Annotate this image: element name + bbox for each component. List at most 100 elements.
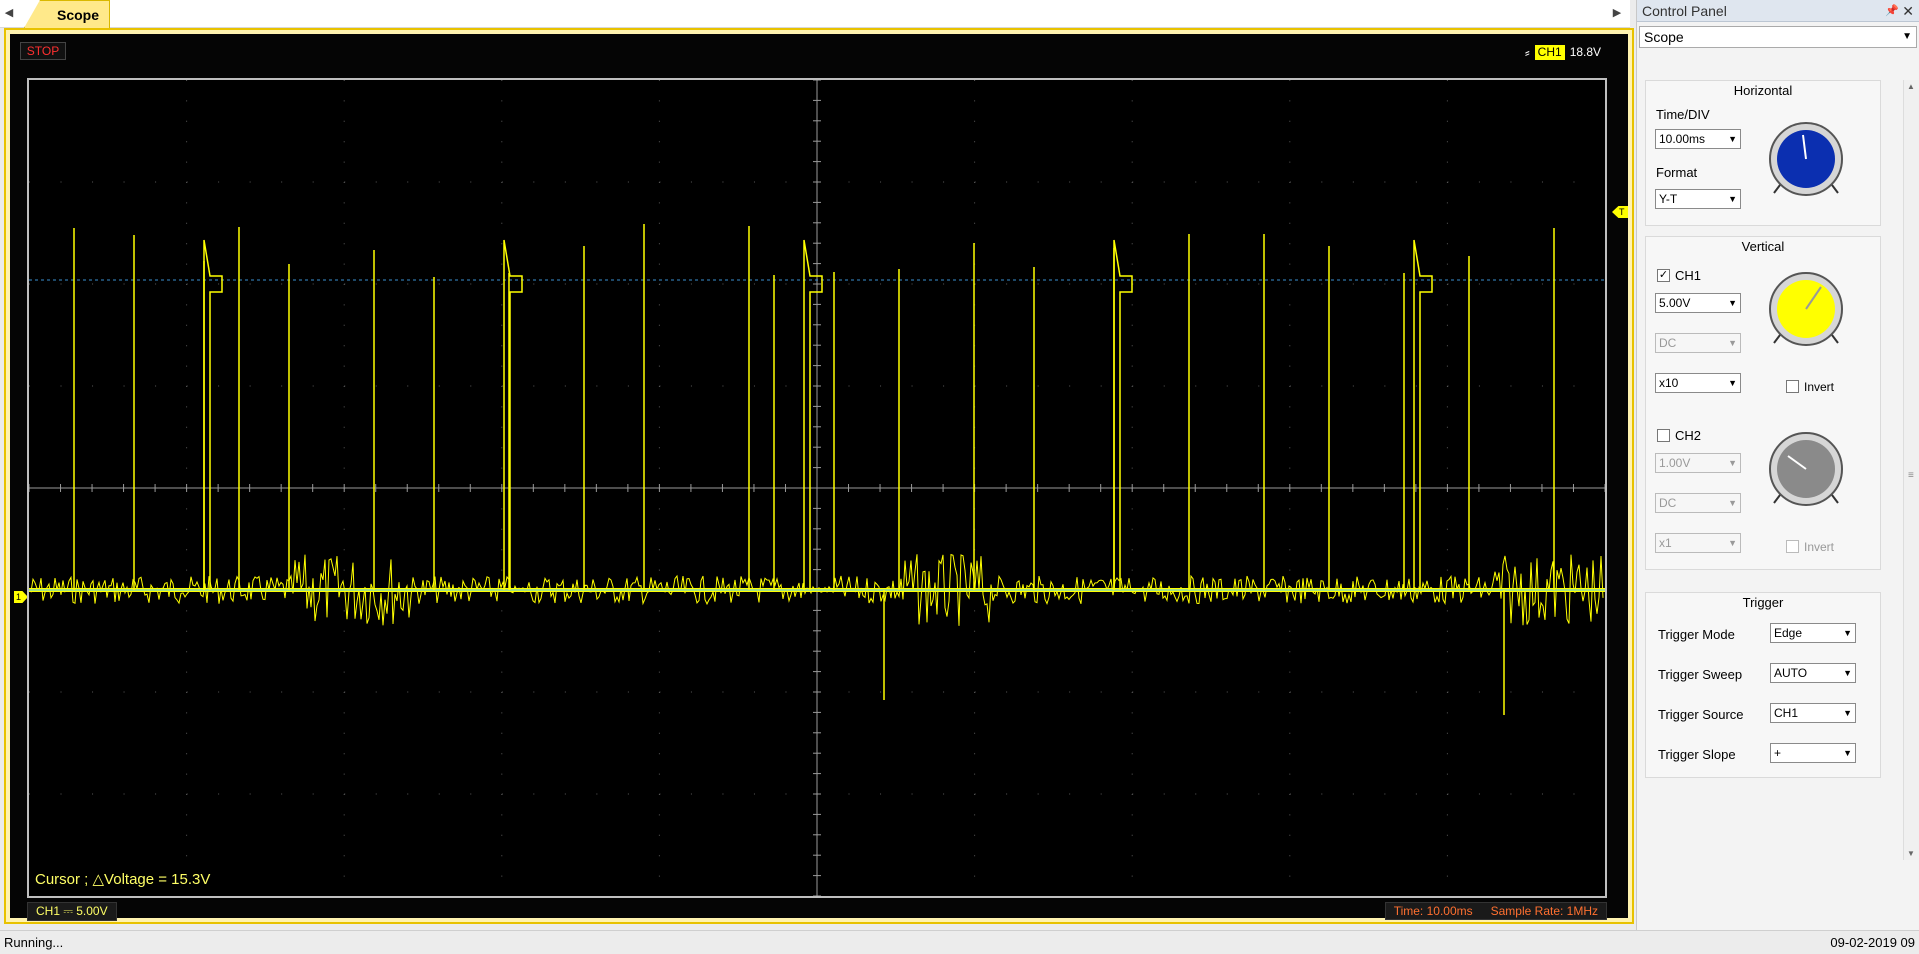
chevron-down-icon: ▼ [1728,458,1737,468]
trigger-source-label: Trigger Source [1658,707,1744,722]
chevron-down-icon: ▼ [1843,628,1852,638]
ch1-probe-select[interactable]: x10 ▼ [1655,373,1741,393]
mode-select-value: Scope [1644,29,1684,45]
tab-scroll-right-icon[interactable]: ▶ [1610,5,1624,21]
ch2-invert-label: Invert [1804,540,1835,554]
ch1-invert-checkbox[interactable] [1786,380,1799,393]
tab-strip: ◀ Scope ▶ [0,0,1630,28]
scope-info-bar: CH1 ⎓ 5.00V Time: 10.00ms Sample Rate: 1… [27,900,1607,921]
ch2-probe-value: x1 [1659,536,1672,550]
scope-frame: STOP ⸗ CH1 18.8V 1 T Cursor ; △Voltage =… [4,28,1634,924]
trigger-source-select[interactable]: CH1 ▼ [1770,703,1856,723]
ch1-coupling-select[interactable]: DC ▼ [1655,333,1741,353]
scroll-down-icon[interactable]: ▼ [1907,849,1915,858]
chevron-down-icon: ▼ [1843,748,1852,758]
trigger-sweep-label: Trigger Sweep [1658,667,1743,682]
close-icon[interactable]: ✕ [1902,0,1914,22]
format-value: Y-T [1659,192,1678,206]
trigger-sweep-select[interactable]: AUTO ▼ [1770,663,1856,683]
trigger-group: Trigger Trigger Mode Edge ▼ Trigger Sweep… [1645,592,1881,778]
ch1-volts-select[interactable]: 5.00V ▼ [1655,293,1741,313]
waveform-burst [503,239,523,590]
ch2-invert-checkbox[interactable] [1786,540,1799,553]
time-info: Time: 10.00ms Sample Rate: 1MHz [1384,902,1607,920]
chevron-down-icon: ▼ [1728,538,1737,548]
pin-icon[interactable]: 📌 [1885,0,1899,22]
ch2-label: CH2 [1675,428,1702,443]
trigger-level-marker[interactable]: T [1612,206,1628,218]
cursor-readout: Cursor ; △Voltage = 15.3V [35,871,211,888]
scroll-up-icon[interactable]: ▲ [1907,82,1915,91]
chevron-down-icon: ▼ [1843,668,1852,678]
control-panel-title: Control Panel [1642,3,1727,19]
trigger-slope-select[interactable]: + ▼ [1770,743,1856,763]
chevron-down-icon: ▼ [1728,134,1737,144]
status-bar: Running... 09-02-2019 09 [0,930,1919,954]
waveform-burst [1113,239,1133,590]
status-datetime: 09-02-2019 09 [1830,935,1915,950]
chevron-down-icon: ▼ [1728,338,1737,348]
time-div-select[interactable]: 10.00ms ▼ [1655,129,1741,149]
rising-edge-icon: ⸗ [1525,44,1530,60]
control-panel-header: Control Panel 📌 ✕ [1637,0,1919,22]
ch1-scale-readout: CH1 ⎓ 5.00V [27,902,117,921]
time-div-label: Time/DIV [1656,107,1710,122]
ch1-checkbox[interactable]: ✓ [1657,269,1670,282]
trigger-title: Trigger [1742,595,1784,610]
run-state-badge[interactable]: STOP [20,42,66,60]
control-panel: Control Panel 📌 ✕ Scope ▼ ▲ ≡ ▼ Horizont… [1636,0,1919,930]
ch1-volts-knob[interactable] [1766,269,1846,349]
chevron-down-icon: ▼ [1728,194,1737,204]
ch1-invert-label: Invert [1804,380,1835,394]
horizontal-group: Horizontal Time/DIV 10.00ms ▼ Format Y-T ▼ [1645,80,1881,226]
ch2-volts-select[interactable]: 1.00V ▼ [1655,453,1741,473]
chevron-down-icon: ▼ [1728,298,1737,308]
trigger-info: ⸗ CH1 18.8V [1525,42,1601,62]
control-panel-scrollbar[interactable]: ▲ ≡ ▼ [1903,80,1919,860]
chevron-down-icon: ▼ [1902,31,1912,42]
waveform-burst [803,239,823,590]
format-label: Format [1656,165,1698,180]
trigger-sweep-value: AUTO [1774,666,1808,680]
time-div-readout: Time: 10.00ms [1393,904,1473,918]
scope-display: STOP ⸗ CH1 18.8V 1 T Cursor ; △Voltage =… [10,34,1628,921]
trigger-slope-label: Trigger Slope [1658,747,1736,762]
waveform-canvas [29,80,1605,896]
vertical-title: Vertical [1741,239,1785,254]
trigger-channel-badge: CH1 [1534,44,1565,60]
scroll-grip-icon[interactable]: ≡ [1908,470,1914,481]
mode-select[interactable]: Scope ▼ [1639,26,1917,48]
ch2-coupling-value: DC [1659,496,1677,510]
waveform-grid[interactable]: Cursor ; △Voltage = 15.3V [27,78,1607,898]
time-div-knob[interactable] [1766,119,1846,199]
chevron-down-icon: ▼ [1728,498,1737,508]
ch2-volts-value: 1.00V [1659,456,1691,470]
tab-scroll-left-icon[interactable]: ◀ [2,5,16,21]
waveform-burst [1413,239,1433,590]
ch1-probe-value: x10 [1659,376,1679,390]
channel-1-marker[interactable]: 1 [14,591,28,603]
trigger-mode-value: Edge [1774,626,1803,640]
status-running: Running... [4,935,64,950]
trigger-mode-label: Trigger Mode [1658,627,1735,642]
time-div-value: 10.00ms [1659,132,1706,146]
ch2-volts-knob[interactable] [1766,429,1846,509]
ch2-coupling-select[interactable]: DC ▼ [1655,493,1741,513]
tab-scope[interactable]: Scope [24,0,110,28]
chevron-down-icon: ▼ [1843,708,1852,718]
vertical-group: Vertical ✓ CH1 5.00V ▼ DC ▼ x10 ▼ Invert CH… [1645,236,1881,570]
waveform-burst [203,239,223,590]
ch2-checkbox[interactable] [1657,429,1670,442]
ch1-label: CH1 [1675,268,1702,283]
chevron-down-icon: ▼ [1728,378,1737,388]
ch1-coupling-value: DC [1659,336,1677,350]
format-select[interactable]: Y-T ▼ [1655,189,1741,209]
ch2-probe-select[interactable]: x1 ▼ [1655,533,1741,553]
horizontal-title: Horizontal [1733,83,1793,98]
trigger-level: 18.8V [1569,45,1602,59]
sample-rate-readout: Sample Rate: 1MHz [1490,904,1598,918]
trigger-mode-select[interactable]: Edge ▼ [1770,623,1856,643]
ch1-volts-value: 5.00V [1659,296,1691,310]
trigger-source-value: CH1 [1774,706,1799,720]
trigger-slope-value: + [1774,746,1782,760]
